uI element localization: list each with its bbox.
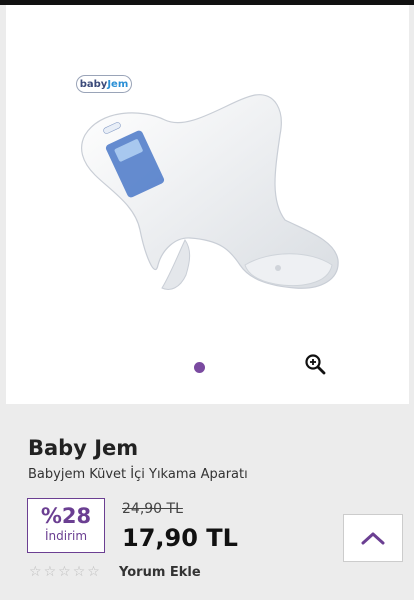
scroll-to-top-button[interactable] bbox=[343, 514, 403, 562]
star-icon[interactable]: ☆ bbox=[44, 564, 57, 580]
discount-percent: %28 bbox=[40, 504, 92, 528]
rating-stars[interactable]: ☆ ☆ ☆ ☆ ☆ bbox=[29, 564, 100, 580]
zoom-in-icon[interactable] bbox=[303, 352, 327, 376]
star-icon[interactable]: ☆ bbox=[73, 564, 86, 580]
gallery-pager-dot[interactable] bbox=[194, 362, 205, 373]
discount-badge: %28 İndirim bbox=[27, 498, 105, 553]
product-brand[interactable]: Baby Jem bbox=[28, 436, 138, 460]
star-icon[interactable]: ☆ bbox=[58, 564, 71, 580]
old-price: 24,90 TL bbox=[122, 501, 183, 517]
star-icon[interactable]: ☆ bbox=[87, 564, 100, 580]
chevron-up-icon bbox=[361, 532, 385, 545]
product-name: Babyjem Küvet İçi Yıkama Aparatı bbox=[28, 467, 248, 482]
add-review-link[interactable]: Yorum Ekle bbox=[119, 565, 201, 580]
star-icon[interactable]: ☆ bbox=[29, 564, 42, 580]
current-price: 17,90 TL bbox=[122, 524, 238, 552]
discount-label: İndirim bbox=[44, 529, 88, 543]
product-image[interactable] bbox=[70, 90, 350, 310]
